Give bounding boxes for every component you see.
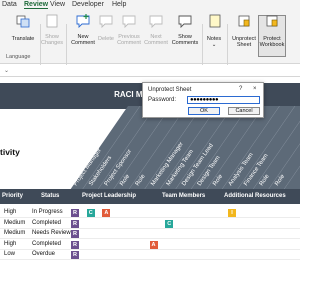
priority-header: Priority — [2, 193, 24, 199]
next-comment-button[interactable]: Next Comment — [143, 34, 169, 46]
previous-comment-icon — [122, 15, 136, 28]
tab-view[interactable]: View — [50, 1, 65, 8]
ribbon: Translate Language Show Changes New Comm… — [0, 10, 300, 68]
status-header: Status — [41, 193, 60, 199]
ribbon-tabs: Data Review View Developer Help — [0, 0, 300, 10]
activity-heading: tivity — [0, 147, 20, 157]
raci-chip: A — [102, 209, 111, 217]
additional-resources-header: Additional Resources — [224, 193, 286, 199]
raci-chip: R — [71, 219, 79, 228]
translate-icon — [16, 15, 30, 28]
status-cell: Overdue — [32, 251, 56, 257]
priority-cell: Low — [4, 251, 16, 257]
table-row[interactable]: Medium Needs Review R — [0, 229, 300, 239]
unprotect-sheet-icon — [238, 15, 250, 27]
notes-icon — [209, 14, 221, 28]
next-comment-icon — [149, 15, 163, 28]
table-row[interactable]: High In Progress R C A I — [0, 208, 300, 218]
status-cell: Needs Review — [32, 230, 71, 236]
status-cell: Completed — [32, 219, 62, 226]
fx-icon: ⌄ — [4, 68, 10, 74]
help-icon[interactable]: ? — [239, 86, 242, 92]
tab-data[interactable]: Data — [2, 1, 17, 8]
divider — [227, 24, 228, 68]
divider — [40, 24, 41, 68]
status-cell: Completed — [32, 240, 62, 247]
raci-chip: R — [71, 251, 79, 259]
priority-cell: Medium — [4, 219, 26, 226]
translate-button[interactable]: Translate — [10, 36, 36, 42]
language-group-label: Language — [6, 54, 31, 60]
password-label: Password: — [148, 97, 177, 103]
notes-button[interactable]: Notes ⌄ — [204, 36, 224, 48]
chevron-down-icon: ⌄ — [211, 42, 217, 48]
ok-button[interactable]: OK — [188, 107, 220, 115]
table-row[interactable]: High Completed R A — [0, 240, 300, 250]
status-cell: In Progress — [32, 209, 63, 215]
tab-review[interactable]: Review — [24, 1, 49, 9]
divider — [202, 24, 203, 68]
protect-workbook-button[interactable]: Protect Workbook — [258, 36, 286, 48]
delete-comment-icon — [99, 15, 113, 28]
show-changes-button[interactable]: Show Changes — [40, 34, 64, 46]
raci-chip: A — [149, 240, 158, 249]
raci-chip: I — [228, 209, 236, 217]
unprotect-sheet-button[interactable]: Unprotect Sheet — [230, 36, 258, 48]
column-header-row: Priority Status Project Leadership Team … — [0, 189, 300, 204]
raci-chip: R — [71, 240, 79, 249]
divider — [66, 24, 67, 68]
team-members-header: Team Members — [162, 193, 206, 199]
show-comments-icon — [178, 15, 192, 28]
raci-chip: C — [165, 219, 174, 228]
priority-cell: Medium — [4, 230, 26, 236]
password-field[interactable]: ●●●●●●●●● — [187, 96, 260, 104]
dialog-title: Unprotect Sheet — [148, 87, 192, 93]
raci-chip: R — [71, 209, 79, 217]
previous-comment-button[interactable]: Previous Comment — [115, 34, 143, 46]
show-changes-icon — [46, 14, 58, 28]
cancel-button[interactable]: Cancel — [228, 107, 260, 115]
priority-cell: High — [4, 240, 17, 247]
rotated-header: Project ManagerStakeholdersProject Spons… — [70, 106, 300, 190]
unprotect-sheet-dialog: Unprotect Sheet ? × Password: ●●●●●●●●● … — [142, 82, 264, 118]
tab-help[interactable]: Help — [112, 1, 126, 8]
table-row[interactable]: Low Overdue R — [0, 250, 300, 260]
raci-chip: C — [86, 209, 95, 217]
close-icon[interactable]: × — [253, 86, 257, 92]
new-comment-button[interactable]: New Comment — [68, 34, 98, 46]
show-comments-button[interactable]: Show Comments — [170, 34, 200, 46]
new-comment-icon — [76, 14, 90, 28]
protect-workbook-icon — [266, 15, 278, 27]
delete-comment-button[interactable]: Delete — [96, 36, 116, 42]
tab-developer[interactable]: Developer — [72, 1, 104, 8]
formula-bar[interactable]: ⌄ — [0, 65, 300, 77]
priority-cell: High — [4, 209, 17, 215]
raci-chip: R — [71, 230, 79, 238]
project-leadership-header: Project Leadership — [82, 193, 137, 199]
table-row[interactable]: Medium Completed R C — [0, 219, 300, 229]
